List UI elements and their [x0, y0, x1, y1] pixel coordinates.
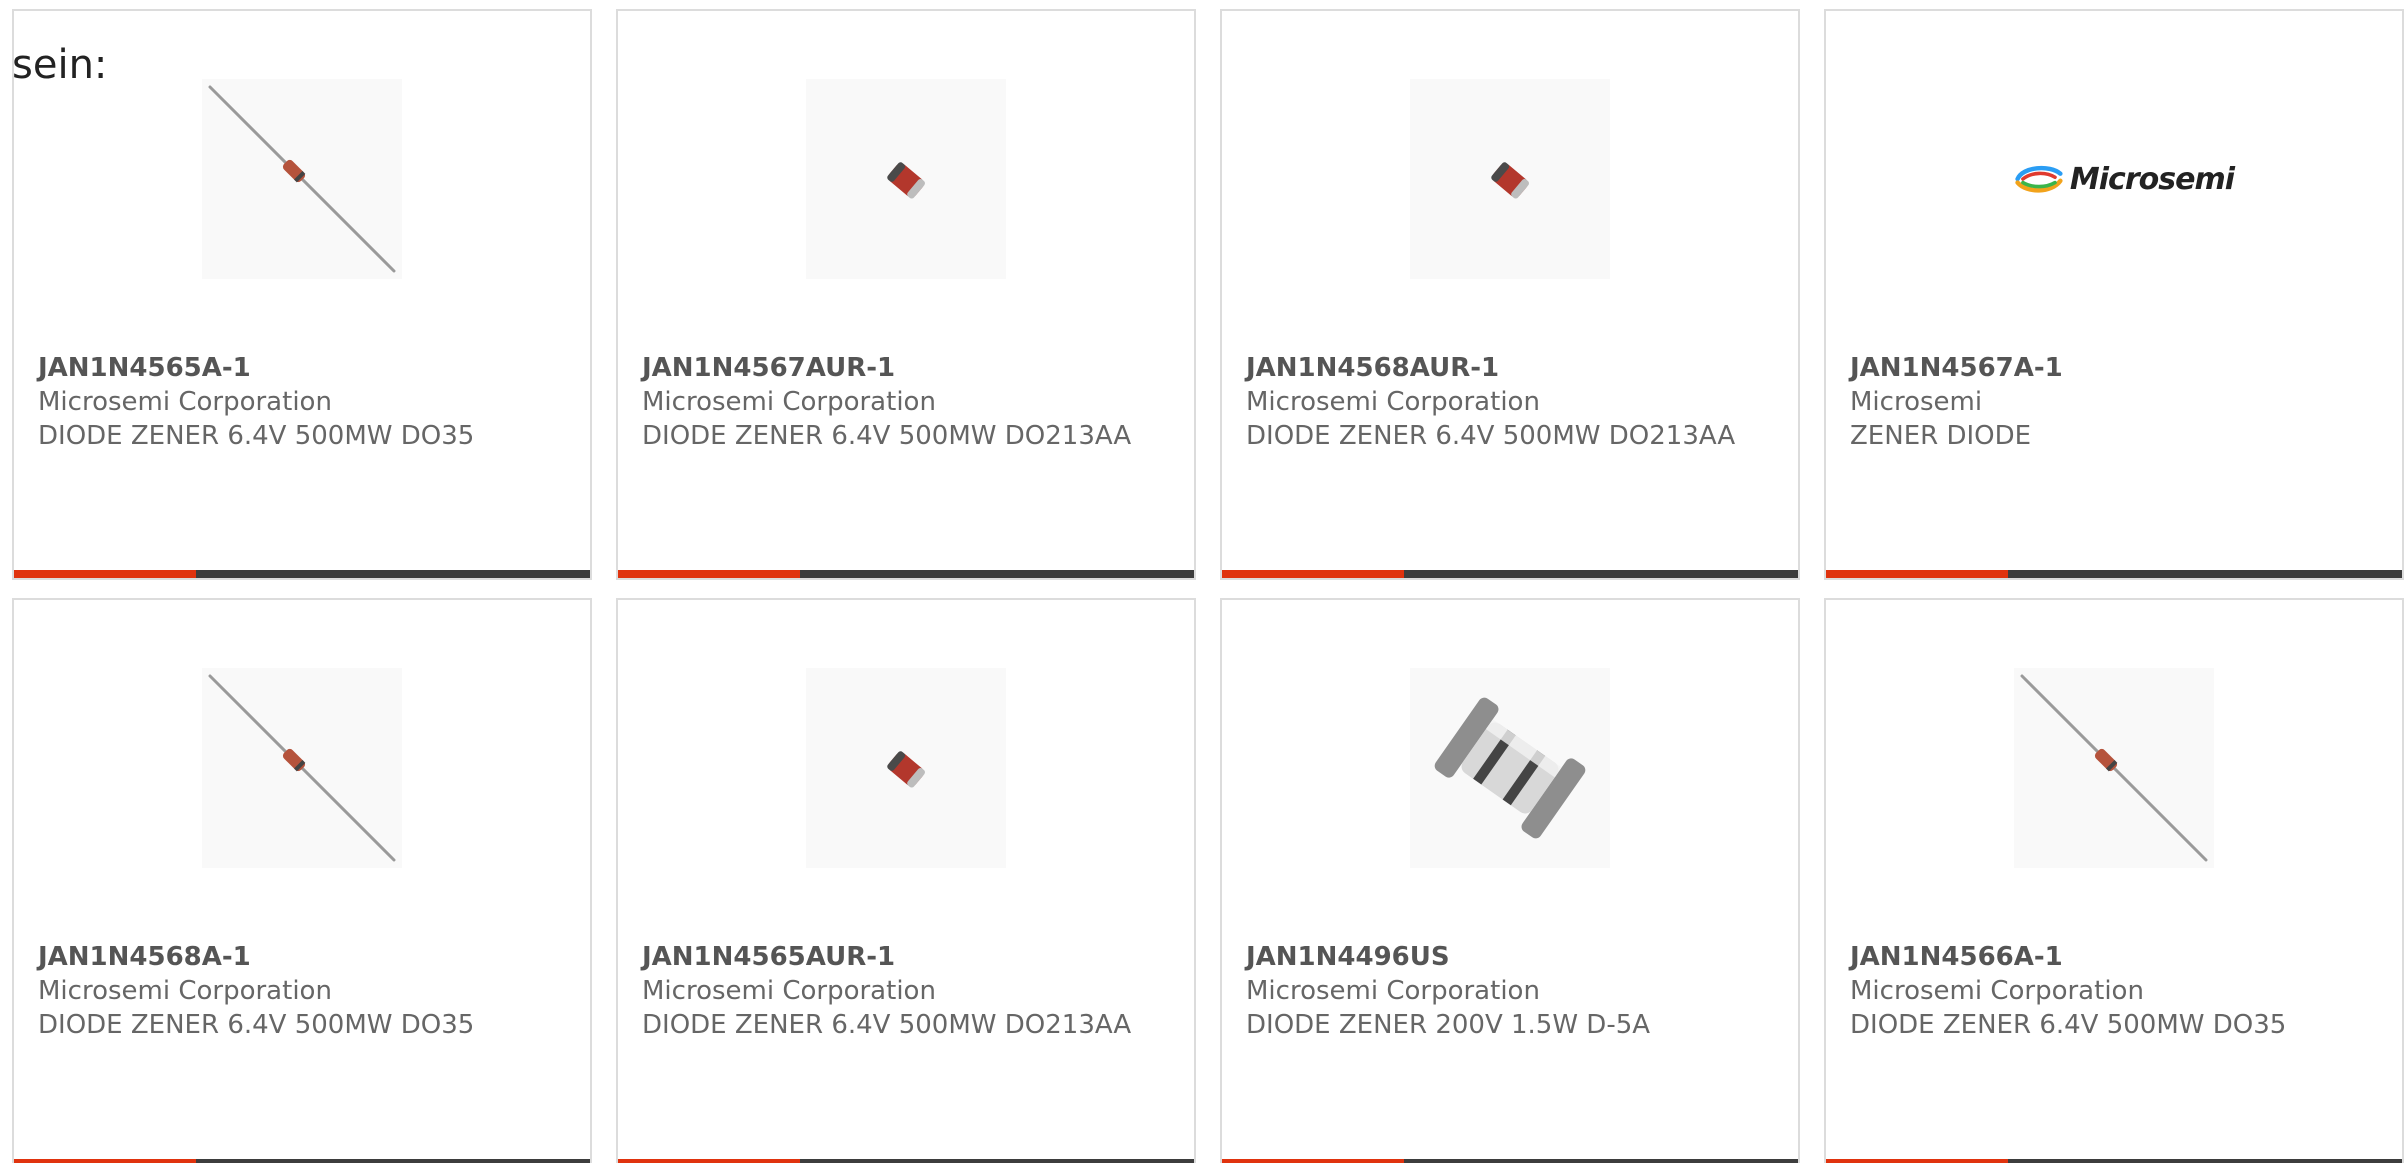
- melf-diode-icon: [806, 79, 1006, 279]
- card-text: JAN1N4568AUR-1 Microsemi Corporation DIO…: [1246, 351, 1766, 453]
- card-bottom-bar-accent: [1826, 570, 2008, 578]
- manufacturer: Microsemi Corporation: [1246, 387, 1540, 417]
- manufacturer: Microsemi: [1850, 387, 1983, 417]
- product-card[interactable]: JAN1N4568AUR-1 Microsemi Corporation DIO…: [1220, 9, 1800, 580]
- description: DIODE ZENER 6.4V 500MW DO213AA: [642, 1010, 1132, 1040]
- lead-text: sein:: [12, 42, 108, 88]
- part-number[interactable]: JAN1N4565A-1: [38, 351, 558, 385]
- manufacturer: Microsemi Corporation: [642, 976, 936, 1006]
- card-bottom-bar-accent: [1826, 1159, 2008, 1163]
- d5a-diode-icon: [1410, 668, 1610, 868]
- axial-diode-icon: [2014, 668, 2214, 868]
- card-bottom-bar-accent: [14, 570, 196, 578]
- axial-diode-icon: [202, 668, 402, 868]
- description: DIODE ZENER 6.4V 500MW DO35: [38, 1010, 475, 1040]
- description: DIODE ZENER 200V 1.5W D-5A: [1246, 1010, 1651, 1040]
- product-card[interactable]: JAN1N4568A-1 Microsemi Corporation DIODE…: [12, 598, 592, 1163]
- product-card[interactable]: Microsemi JAN1N4567A-1 Microsemi ZENER D…: [1824, 9, 2404, 580]
- manufacturer: Microsemi Corporation: [1850, 976, 2144, 1006]
- microsemi-logo-text: Microsemi: [2069, 161, 2235, 197]
- product-card[interactable]: JAN1N4565AUR-1 Microsemi Corporation DIO…: [616, 598, 1196, 1163]
- manufacturer: Microsemi Corporation: [1246, 976, 1540, 1006]
- card-bottom-bar: [1222, 1159, 1798, 1163]
- manufacturer: Microsemi Corporation: [38, 976, 332, 1006]
- description: ZENER DIODE: [1850, 421, 2032, 451]
- part-number[interactable]: JAN1N4565AUR-1: [642, 940, 1162, 974]
- card-bottom-bar-accent: [1222, 1159, 1404, 1163]
- part-number[interactable]: JAN1N4568AUR-1: [1246, 351, 1766, 385]
- part-number[interactable]: JAN1N4496US: [1246, 940, 1766, 974]
- card-bottom-bar-accent: [618, 1159, 800, 1163]
- part-number[interactable]: JAN1N4567AUR-1: [642, 351, 1162, 385]
- card-text: JAN1N4567A-1 Microsemi ZENER DIODE: [1850, 351, 2370, 453]
- card-bottom-bar: [1826, 1159, 2402, 1163]
- card-bottom-bar: [14, 570, 590, 578]
- manufacturer: Microsemi Corporation: [38, 387, 332, 417]
- card-text: JAN1N4567AUR-1 Microsemi Corporation DIO…: [642, 351, 1162, 453]
- card-bottom-bar-accent: [618, 570, 800, 578]
- card-bottom-bar-accent: [1222, 570, 1404, 578]
- product-grid-page: sein: JAN1N4565A-1 Microsemi Corporation…: [0, 0, 2405, 1163]
- melf-diode-icon: [806, 668, 1006, 868]
- description: DIODE ZENER 6.4V 500MW DO35: [1850, 1010, 2287, 1040]
- description: DIODE ZENER 6.4V 500MW DO213AA: [642, 421, 1132, 451]
- card-bottom-bar-accent: [14, 1159, 196, 1163]
- product-card[interactable]: JAN1N4496US Microsemi Corporation DIODE …: [1220, 598, 1800, 1163]
- card-bottom-bar: [14, 1159, 590, 1163]
- card-bottom-bar: [1222, 570, 1798, 578]
- product-card[interactable]: JAN1N4567AUR-1 Microsemi Corporation DIO…: [616, 9, 1196, 580]
- card-bottom-bar: [618, 570, 1194, 578]
- card-text: JAN1N4496US Microsemi Corporation DIODE …: [1246, 940, 1766, 1042]
- card-text: JAN1N4566A-1 Microsemi Corporation DIODE…: [1850, 940, 2370, 1042]
- part-number[interactable]: JAN1N4568A-1: [38, 940, 558, 974]
- card-bottom-bar: [1826, 570, 2402, 578]
- card-text: JAN1N4565AUR-1 Microsemi Corporation DIO…: [642, 940, 1162, 1042]
- manufacturer: Microsemi Corporation: [642, 387, 936, 417]
- part-number[interactable]: JAN1N4566A-1: [1850, 940, 2370, 974]
- microsemi-swirl-icon: [2015, 165, 2063, 193]
- part-number[interactable]: JAN1N4567A-1: [1850, 351, 2370, 385]
- description: DIODE ZENER 6.4V 500MW DO213AA: [1246, 421, 1736, 451]
- card-text: JAN1N4565A-1 Microsemi Corporation DIODE…: [38, 351, 558, 453]
- product-grid: JAN1N4565A-1 Microsemi Corporation DIODE…: [12, 9, 2404, 1163]
- card-text: JAN1N4568A-1 Microsemi Corporation DIODE…: [38, 940, 558, 1042]
- card-bottom-bar: [618, 1159, 1194, 1163]
- product-card[interactable]: JAN1N4565A-1 Microsemi Corporation DIODE…: [12, 9, 592, 580]
- product-card[interactable]: JAN1N4566A-1 Microsemi Corporation DIODE…: [1824, 598, 2404, 1163]
- microsemi-logo: Microsemi: [2014, 79, 2235, 279]
- description: DIODE ZENER 6.4V 500MW DO35: [38, 421, 475, 451]
- axial-diode-icon: [202, 79, 402, 279]
- melf-diode-icon: [1410, 79, 1610, 279]
